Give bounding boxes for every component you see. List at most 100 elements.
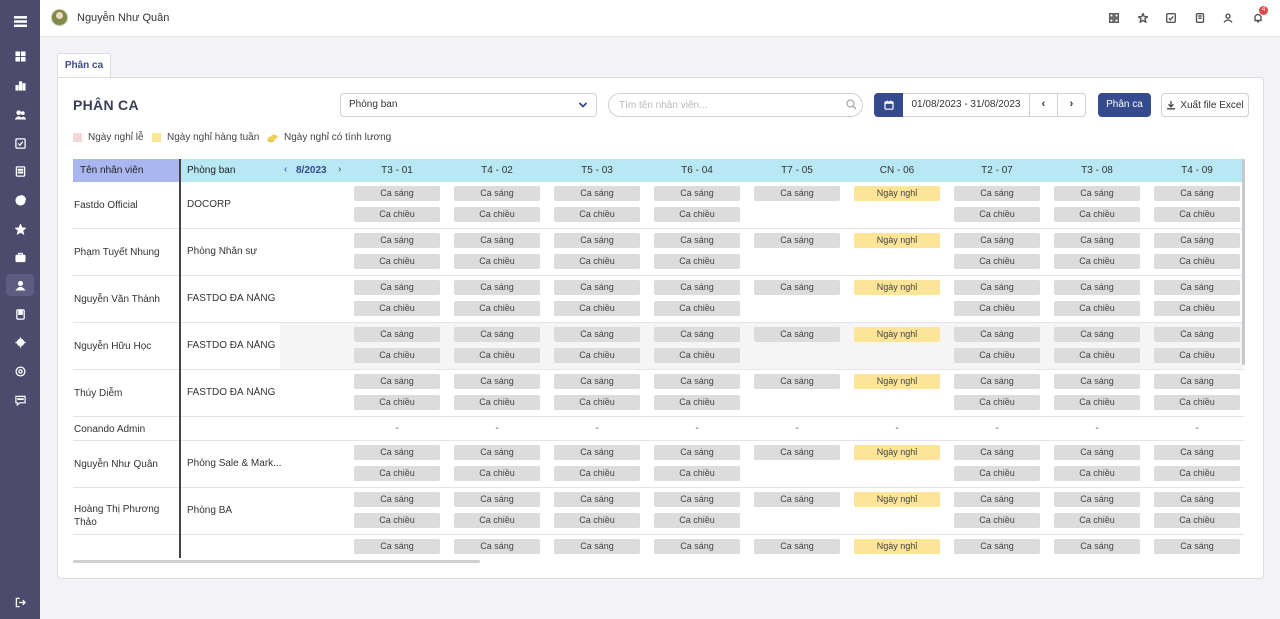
day-off-chip[interactable]: Ngày nghỉ xyxy=(854,539,940,554)
employee-name[interactable]: Nguyễn Văn Thành xyxy=(74,293,172,306)
department-select[interactable]: Phòng ban xyxy=(340,93,597,117)
employee-name[interactable]: Conando Admin xyxy=(74,423,172,436)
afternoon-shift-chip[interactable]: Ca chiều xyxy=(354,301,440,316)
empty-cell[interactable]: - xyxy=(454,423,540,434)
morning-shift-chip[interactable]: Ca sáng xyxy=(354,233,440,248)
morning-shift-chip[interactable]: Ca sáng xyxy=(754,539,840,554)
morning-shift-chip[interactable]: Ca sáng xyxy=(654,327,740,342)
morning-shift-chip[interactable]: Ca sáng xyxy=(354,492,440,507)
morning-shift-chip[interactable]: Ca sáng xyxy=(954,327,1040,342)
calendar-button[interactable] xyxy=(874,93,903,117)
day-off-chip[interactable]: Ngày nghỉ xyxy=(854,445,940,460)
bell-icon[interactable]: 4 xyxy=(1251,6,1268,25)
morning-shift-chip[interactable]: Ca sáng xyxy=(754,327,840,342)
afternoon-shift-chip[interactable]: Ca chiều xyxy=(1054,348,1140,363)
afternoon-shift-chip[interactable]: Ca chiều xyxy=(1054,395,1140,410)
employee-name[interactable]: Thúy Diễm xyxy=(74,387,172,400)
afternoon-shift-chip[interactable]: Ca chiều xyxy=(554,513,640,528)
morning-shift-chip[interactable]: Ca sáng xyxy=(1054,327,1140,342)
afternoon-shift-chip[interactable]: Ca chiều xyxy=(554,254,640,269)
day-off-chip[interactable]: Ngày nghỉ xyxy=(854,492,940,507)
report-icon[interactable] xyxy=(6,160,34,182)
morning-shift-chip[interactable]: Ca sáng xyxy=(754,445,840,460)
morning-shift-chip[interactable]: Ca sáng xyxy=(754,186,840,201)
users-icon[interactable] xyxy=(6,103,34,125)
afternoon-shift-chip[interactable]: Ca chiều xyxy=(454,207,540,222)
date-range-field[interactable]: 01/08/2023 - 31/08/2023 xyxy=(903,93,1030,117)
day-off-chip[interactable]: Ngày nghỉ xyxy=(854,233,940,248)
vertical-scrollbar[interactable] xyxy=(1242,159,1245,365)
morning-shift-chip[interactable]: Ca sáng xyxy=(1154,186,1240,201)
morning-shift-chip[interactable]: Ca sáng xyxy=(354,280,440,295)
afternoon-shift-chip[interactable]: Ca chiều xyxy=(454,348,540,363)
morning-shift-chip[interactable]: Ca sáng xyxy=(754,280,840,295)
morning-shift-chip[interactable]: Ca sáng xyxy=(1054,280,1140,295)
morning-shift-chip[interactable]: Ca sáng xyxy=(1154,374,1240,389)
afternoon-shift-chip[interactable]: Ca chiều xyxy=(654,466,740,481)
month-prev-button[interactable]: ‹ xyxy=(284,159,287,181)
afternoon-shift-chip[interactable]: Ca chiều xyxy=(654,513,740,528)
briefcase-icon[interactable] xyxy=(6,246,34,268)
afternoon-shift-chip[interactable]: Ca chiều xyxy=(454,254,540,269)
afternoon-shift-chip[interactable]: Ca chiều xyxy=(554,207,640,222)
empty-cell[interactable]: - xyxy=(954,423,1040,434)
afternoon-shift-chip[interactable]: Ca chiều xyxy=(654,395,740,410)
user-icon[interactable] xyxy=(1221,11,1235,25)
afternoon-shift-chip[interactable]: Ca chiều xyxy=(654,301,740,316)
empty-cell[interactable]: - xyxy=(354,423,440,434)
afternoon-shift-chip[interactable]: Ca chiều xyxy=(954,207,1040,222)
export-excel-button[interactable]: Xuất file Excel xyxy=(1161,93,1249,117)
horizontal-scrollbar[interactable] xyxy=(73,560,480,563)
logout-icon[interactable] xyxy=(6,591,34,613)
morning-shift-chip[interactable]: Ca sáng xyxy=(1054,539,1140,554)
morning-shift-chip[interactable]: Ca sáng xyxy=(554,539,640,554)
day-off-chip[interactable]: Ngày nghỉ xyxy=(854,280,940,295)
search-input[interactable] xyxy=(608,93,863,117)
morning-shift-chip[interactable]: Ca sáng xyxy=(654,539,740,554)
afternoon-shift-chip[interactable]: Ca chiều xyxy=(1154,301,1240,316)
day-off-chip[interactable]: Ngày nghỉ xyxy=(854,327,940,342)
employee-name[interactable]: Fastdo Official xyxy=(74,199,172,212)
afternoon-shift-chip[interactable]: Ca chiều xyxy=(1154,254,1240,269)
employee-name[interactable]: Nguyễn Hữu Học xyxy=(74,340,172,353)
afternoon-shift-chip[interactable]: Ca chiều xyxy=(1154,395,1240,410)
morning-shift-chip[interactable]: Ca sáng xyxy=(454,280,540,295)
morning-shift-chip[interactable]: Ca sáng xyxy=(554,374,640,389)
morning-shift-chip[interactable]: Ca sáng xyxy=(954,186,1040,201)
afternoon-shift-chip[interactable]: Ca chiều xyxy=(954,466,1040,481)
morning-shift-chip[interactable]: Ca sáng xyxy=(754,492,840,507)
employee-name[interactable]: Hoàng Thị Phương Thảo xyxy=(74,503,172,529)
afternoon-shift-chip[interactable]: Ca chiều xyxy=(1054,207,1140,222)
morning-shift-chip[interactable]: Ca sáng xyxy=(954,492,1040,507)
afternoon-shift-chip[interactable]: Ca chiều xyxy=(354,254,440,269)
morning-shift-chip[interactable]: Ca sáng xyxy=(554,233,640,248)
afternoon-shift-chip[interactable]: Ca chiều xyxy=(954,348,1040,363)
settings-icon[interactable] xyxy=(6,331,34,353)
afternoon-shift-chip[interactable]: Ca chiều xyxy=(654,254,740,269)
afternoon-shift-chip[interactable]: Ca chiều xyxy=(554,466,640,481)
star-icon[interactable] xyxy=(6,218,34,240)
morning-shift-chip[interactable]: Ca sáng xyxy=(554,445,640,460)
morning-shift-chip[interactable]: Ca sáng xyxy=(554,280,640,295)
afternoon-shift-chip[interactable]: Ca chiều xyxy=(1154,466,1240,481)
afternoon-shift-chip[interactable]: Ca chiều xyxy=(654,348,740,363)
empty-cell[interactable]: - xyxy=(1154,423,1240,434)
morning-shift-chip[interactable]: Ca sáng xyxy=(354,327,440,342)
empty-cell[interactable]: - xyxy=(754,423,840,434)
morning-shift-chip[interactable]: Ca sáng xyxy=(954,280,1040,295)
morning-shift-chip[interactable]: Ca sáng xyxy=(954,233,1040,248)
morning-shift-chip[interactable]: Ca sáng xyxy=(954,445,1040,460)
month-next-button[interactable]: › xyxy=(338,159,341,181)
morning-shift-chip[interactable]: Ca sáng xyxy=(654,280,740,295)
afternoon-shift-chip[interactable]: Ca chiều xyxy=(954,301,1040,316)
day-off-chip[interactable]: Ngày nghỉ xyxy=(854,186,940,201)
morning-shift-chip[interactable]: Ca sáng xyxy=(1054,186,1140,201)
morning-shift-chip[interactable]: Ca sáng xyxy=(1154,233,1240,248)
afternoon-shift-chip[interactable]: Ca chiều xyxy=(1154,207,1240,222)
morning-shift-chip[interactable]: Ca sáng xyxy=(654,233,740,248)
morning-shift-chip[interactable]: Ca sáng xyxy=(1054,445,1140,460)
checklist-icon[interactable] xyxy=(1164,11,1178,25)
next-period-button[interactable]: › xyxy=(1057,93,1086,117)
empty-cell[interactable]: - xyxy=(854,423,940,434)
afternoon-shift-chip[interactable]: Ca chiều xyxy=(954,513,1040,528)
